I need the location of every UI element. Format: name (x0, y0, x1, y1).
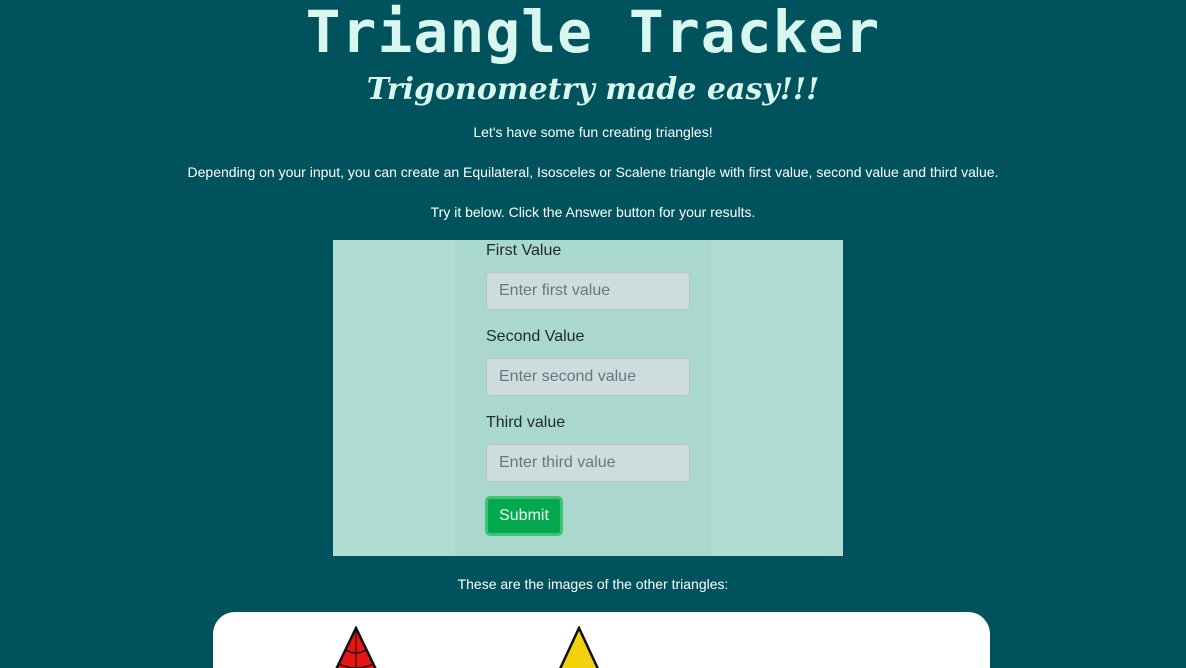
submit-button[interactable]: Submit (485, 496, 563, 536)
second-value-label: Second Value (486, 328, 585, 345)
page-title: Triangle Tracker (305, 0, 881, 66)
page: Triangle Tracker Trigonometry made easy!… (0, 0, 1186, 668)
third-value-label: Third value (486, 414, 566, 431)
triangle-form: First Value Second Value Third value Sub… (333, 240, 843, 556)
first-value-label: First Value (486, 242, 562, 259)
red-triangle-icon (335, 626, 377, 668)
first-value-input[interactable] (486, 272, 690, 310)
page-subtitle: Trigonometry made easy!!! (366, 72, 820, 107)
intro-text-3: Try it below. Click the Answer button fo… (430, 204, 756, 220)
intro-text-2: Depending on your input, you can create … (187, 164, 999, 180)
second-value-input[interactable] (486, 358, 690, 396)
yellow-triangle-icon (559, 626, 599, 668)
third-value-input[interactable] (486, 444, 690, 482)
triangle-gallery (213, 612, 990, 668)
gallery-caption: These are the images of the other triang… (457, 576, 729, 592)
intro-text-1: Let's have some fun creating triangles! (473, 124, 713, 140)
